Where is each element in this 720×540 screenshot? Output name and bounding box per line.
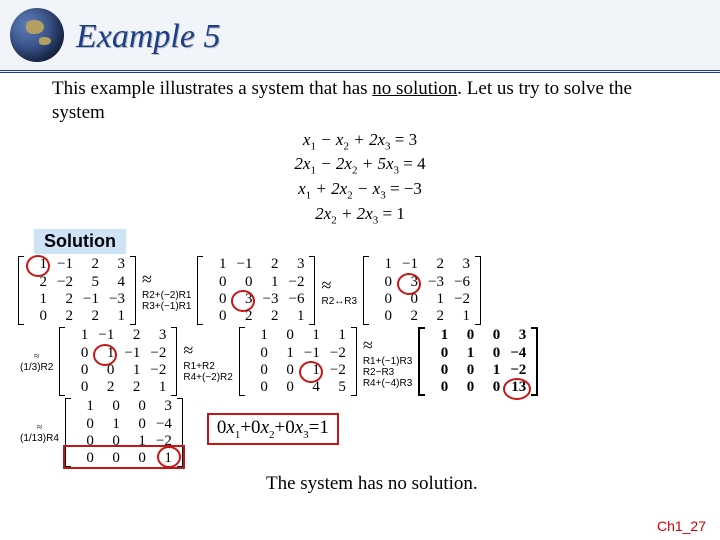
approx-sign: ≈(1/13)R4: [18, 422, 61, 444]
row-ops-6: (1/13)R4: [20, 433, 59, 444]
matrix-M4: 101101−1−2001−20045: [239, 327, 357, 396]
solution-label: Solution: [34, 229, 126, 254]
row-ops-4: R1+R2R4+(−2)R2: [183, 361, 232, 383]
slide-title: Example 5: [76, 18, 220, 56]
matrix-M6: 1003010−4001−20001: [65, 398, 183, 467]
step-row-1: 1−1232−25412−1−30221 ≈R2+(−2)R1R3+(−1)R1…: [18, 256, 710, 325]
matrix-M3: 1−12301−1−2001−20221: [59, 327, 177, 396]
page-number: Ch1_27: [657, 518, 706, 534]
step-row-2: ≈(1/3)R2 1−12301−1−2001−20221 ≈R1+R2R4+(…: [18, 327, 710, 396]
intro-text: This example illustrates a system that h…: [52, 77, 680, 125]
row-ops-2: R2↔R3: [321, 296, 357, 307]
globe-icon: [10, 8, 64, 62]
matrix-M1: 1−123001−203−3−60221: [197, 256, 315, 325]
approx-sign: ≈R2↔R3: [319, 275, 359, 307]
boxed-equation: 0x1+0x2+0x3=1: [207, 413, 339, 445]
solution-steps: 1−1232−25412−1−30221 ≈R2+(−2)R1R3+(−1)R1…: [18, 256, 710, 495]
intro-no-solution: no solution: [372, 78, 457, 99]
row-ops-3: (1/3)R2: [20, 362, 53, 373]
approx-sign: ≈(1/3)R2: [18, 351, 55, 373]
slide-header: Example 5: [0, 0, 720, 73]
row-ops-1: R2+(−2)R1R3+(−1)R1: [142, 290, 191, 312]
intro-part-a: This example illustrates a system that h…: [52, 78, 372, 99]
equation-system: x1 − x2 + 2x3 = 3 2x1 − 2x2 + 5x3 = 4 x1…: [0, 129, 720, 228]
approx-sign: ≈R1+(−1)R3R2−R3R4+(−4)R3: [361, 335, 414, 389]
step-row-3: ≈(1/13)R4 1003010−4001−20001 0x1+0x2+0x3…: [18, 398, 710, 467]
row-ops-5: R1+(−1)R3R2−R3R4+(−4)R3: [363, 356, 412, 389]
approx-sign: ≈R2+(−2)R1R3+(−1)R1: [140, 269, 193, 312]
conclusion-text: The system has no solution.: [266, 473, 710, 495]
matrix-M5: 1003010−4001−200013: [418, 327, 538, 396]
approx-sign: ≈R1+R2R4+(−2)R2: [181, 340, 234, 383]
matrix-M0: 1−1232−25412−1−30221: [18, 256, 136, 325]
matrix-M2: 1−12303−3−6001−20221: [363, 256, 481, 325]
